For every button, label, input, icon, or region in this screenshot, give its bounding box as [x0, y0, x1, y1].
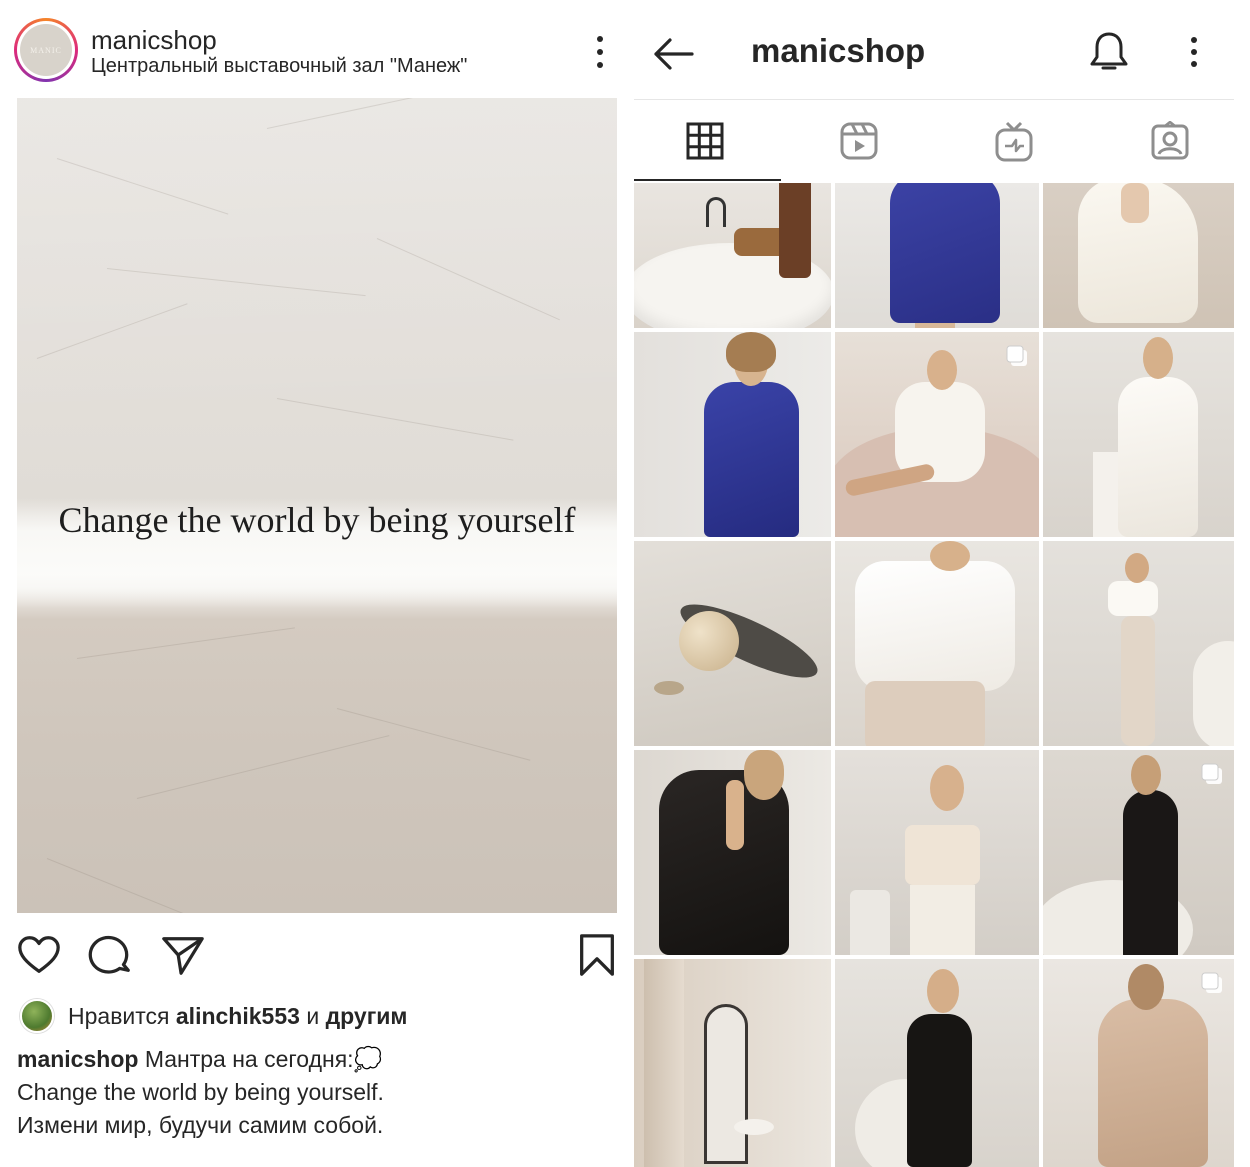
- heart-icon[interactable]: [16, 932, 62, 978]
- bookmark-icon[interactable]: [574, 932, 620, 978]
- caption-line-3: Измени мир, будучи самим собой.: [17, 1112, 384, 1138]
- grid-post[interactable]: [1043, 959, 1234, 1167]
- igtv-tab-icon[interactable]: [994, 121, 1034, 163]
- likes-others[interactable]: другим: [326, 1003, 408, 1029]
- grid-post[interactable]: [835, 541, 1039, 746]
- avatar-logo-text: MANIC: [30, 45, 62, 55]
- grid-post[interactable]: [634, 183, 831, 328]
- profile-view: manicshop: [634, 0, 1250, 1167]
- liker-username[interactable]: alinchik553: [176, 1003, 300, 1029]
- post-caption: manicshop Мантра на сегодня:💭 Change the…: [17, 1043, 627, 1142]
- post-image-quote: Change the world by being yourself: [58, 500, 576, 540]
- profile-title: manicshop: [751, 32, 926, 69]
- post-view: MANIC manicshop Центральный выставочный …: [0, 0, 634, 1167]
- likes-conj: и: [306, 1002, 320, 1029]
- carousel-icon: [1006, 345, 1027, 366]
- post-header: MANIC manicshop Центральный выставочный …: [0, 0, 634, 98]
- grid-tab-icon[interactable]: [685, 121, 725, 163]
- caption-username[interactable]: manicshop: [17, 1046, 138, 1072]
- grid-post[interactable]: [835, 750, 1039, 955]
- profile-topbar: manicshop: [634, 0, 1234, 100]
- grid-post[interactable]: [835, 183, 1039, 328]
- caption-line-2: Change the world by being yourself.: [17, 1079, 384, 1105]
- post-image[interactable]: Change the world by being yourself: [17, 98, 617, 913]
- grid-post[interactable]: [1043, 541, 1234, 746]
- grid-post[interactable]: [1043, 332, 1234, 537]
- tagged-tab-icon[interactable]: [1150, 120, 1190, 163]
- grid-post[interactable]: [835, 332, 1039, 537]
- post-location[interactable]: Центральный выставочный зал "Манеж": [91, 55, 467, 78]
- share-icon[interactable]: [160, 932, 206, 978]
- avatar-logo: MANIC: [20, 24, 72, 76]
- post-more-icon[interactable]: [588, 36, 612, 68]
- caption-line-1: Мантра на сегодня:💭: [144, 1046, 383, 1072]
- likes-prefix: Нравится: [68, 1002, 170, 1029]
- reels-tab-icon[interactable]: [839, 121, 879, 163]
- bell-icon[interactable]: [1089, 30, 1129, 74]
- grid-post[interactable]: [634, 541, 831, 746]
- likes-row[interactable]: Нравится alinchik553 и другим: [20, 998, 407, 1034]
- active-tab-underline: [634, 179, 781, 181]
- post-avatar[interactable]: MANIC: [14, 18, 78, 82]
- grid-post[interactable]: [634, 332, 831, 537]
- grid-post[interactable]: [835, 959, 1039, 1167]
- post-actions: [0, 920, 634, 990]
- grid-post[interactable]: [634, 959, 831, 1167]
- liker-avatar: [20, 999, 54, 1033]
- grid-post[interactable]: [634, 750, 831, 955]
- back-arrow-icon[interactable]: [652, 34, 696, 74]
- profile-more-icon[interactable]: [1186, 37, 1202, 67]
- post-username[interactable]: manicshop: [91, 25, 217, 56]
- carousel-icon: [1201, 763, 1222, 784]
- grid-post[interactable]: [1043, 750, 1234, 955]
- profile-tabs: [634, 101, 1234, 183]
- comment-icon[interactable]: [88, 932, 134, 978]
- carousel-icon: [1201, 972, 1222, 993]
- grid-post[interactable]: [1043, 183, 1234, 328]
